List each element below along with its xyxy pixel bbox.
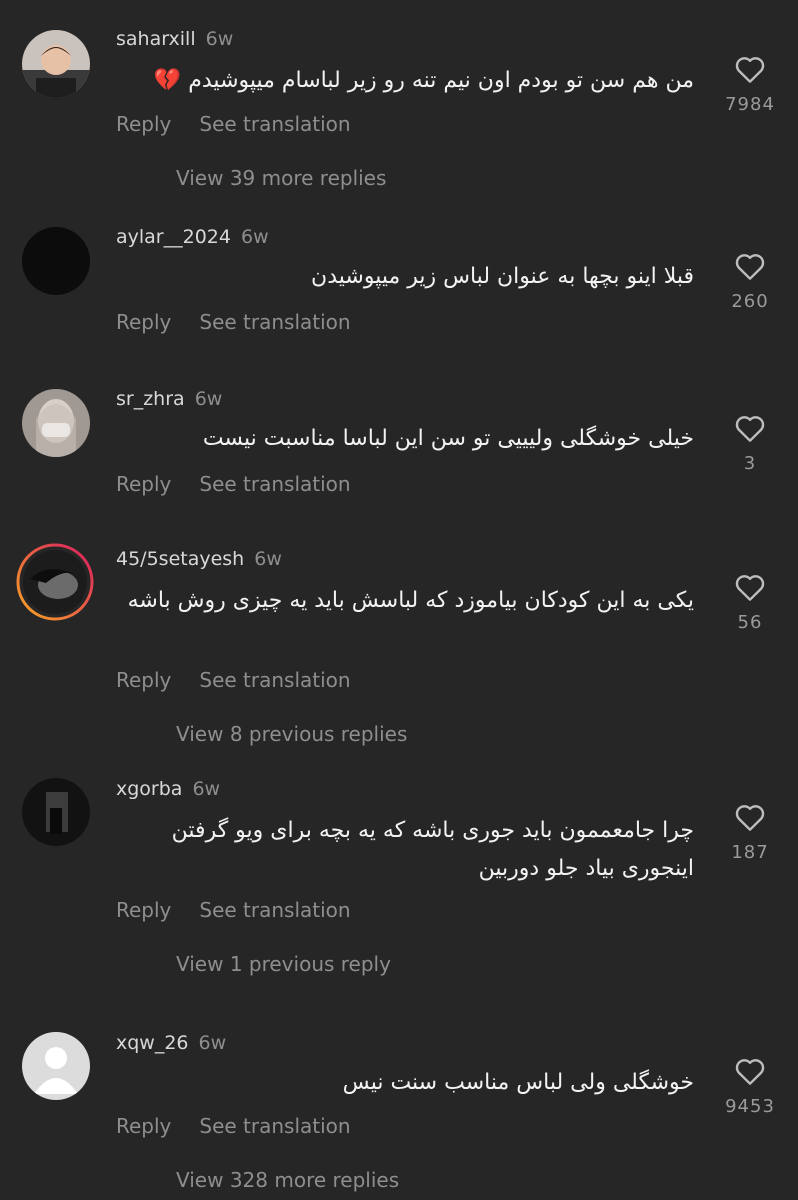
like-button[interactable]: 9453: [722, 1056, 778, 1117]
comment-text: یکی به این کودکان بیاموزد که لباسش باید …: [127, 588, 694, 613]
heart-outline-icon: [735, 575, 765, 601]
see-translation-button[interactable]: See translation: [199, 310, 350, 334]
reply-button[interactable]: Reply: [116, 112, 171, 136]
comment-text: من هم سن تو بودم اون نیم تنه رو زیر لباس…: [153, 68, 694, 93]
username[interactable]: saharxill: [116, 28, 196, 50]
avatar[interactable]: [22, 778, 90, 846]
comment-header: sr_zhra 6w: [116, 388, 222, 410]
comment-header: xqw_26 6w: [116, 1032, 226, 1054]
timestamp: 6w: [205, 28, 234, 50]
timestamp: 6w: [240, 226, 269, 248]
comment-actions: Reply See translation: [116, 898, 379, 922]
comment-actions: Reply See translation: [116, 472, 379, 496]
username[interactable]: xgorba: [116, 778, 182, 800]
timestamp: 6w: [194, 388, 223, 410]
like-count: 187: [731, 842, 769, 863]
like-count: 9453: [725, 1096, 775, 1117]
comment-text: خوشگلی ولی لباس مناسب سنت نیس: [342, 1070, 694, 1095]
like-count: 56: [737, 612, 763, 633]
see-translation-button[interactable]: See translation: [199, 112, 350, 136]
reply-button[interactable]: Reply: [116, 1114, 171, 1138]
username[interactable]: aylar__2024: [116, 226, 231, 248]
like-count: 260: [731, 291, 769, 312]
reply-button[interactable]: Reply: [116, 668, 171, 692]
see-translation-button[interactable]: See translation: [199, 1114, 350, 1138]
view-replies-link[interactable]: View 39 more replies: [176, 166, 386, 190]
view-replies-link[interactable]: View 1 previous reply: [176, 952, 391, 976]
comment-actions: Reply See translation: [116, 112, 379, 136]
comment-header: xgorba 6w: [116, 778, 220, 800]
comment-actions: Reply See translation: [116, 668, 379, 692]
comment-header: saharxill 6w: [116, 28, 233, 50]
timestamp: 6w: [198, 1032, 227, 1054]
like-button[interactable]: 7984: [722, 54, 778, 115]
comment-actions: Reply See translation: [116, 1114, 379, 1138]
default-avatar-icon: [22, 1032, 90, 1100]
avatar[interactable]: [22, 1032, 90, 1100]
reply-button[interactable]: Reply: [116, 898, 171, 922]
see-translation-button[interactable]: See translation: [199, 472, 350, 496]
avatar[interactable]: [22, 227, 90, 295]
comment-actions: Reply See translation: [116, 310, 379, 334]
like-button[interactable]: 260: [722, 251, 778, 312]
username[interactable]: 45/5setayesh: [116, 548, 244, 570]
avatar[interactable]: [22, 389, 90, 457]
avatar[interactable]: [22, 30, 90, 98]
like-count: 7984: [725, 94, 775, 115]
heart-outline-icon: [735, 805, 765, 831]
heart-outline-icon: [735, 1059, 765, 1085]
heart-outline-icon: [735, 416, 765, 442]
timestamp: 6w: [254, 548, 282, 570]
username[interactable]: sr_zhra: [116, 388, 185, 410]
comment-text: قبلا اینو بچها به عنوان لباس زیر میپوشید…: [311, 264, 694, 289]
comment-header: aylar__2024 6w: [116, 226, 269, 248]
like-button[interactable]: 3: [722, 413, 778, 474]
username[interactable]: xqw_26: [116, 1032, 189, 1054]
timestamp: 6w: [192, 778, 221, 800]
see-translation-button[interactable]: See translation: [199, 668, 350, 692]
comment-text: خیلی خوشگلی ولیییی تو سن این لباسا مناسب…: [202, 426, 694, 451]
view-replies-link[interactable]: View 8 previous replies: [176, 722, 407, 746]
like-button[interactable]: 56: [722, 572, 778, 633]
comment-header: 45/5setayesh 6w: [116, 548, 282, 570]
view-replies-link[interactable]: View 328 more replies: [176, 1168, 399, 1192]
comment-text: چرا جامعممون باید جوری باشه که یه بچه بر…: [171, 818, 694, 881]
like-count: 3: [743, 453, 757, 474]
avatar-with-story-ring[interactable]: [16, 543, 94, 621]
heart-outline-icon: [735, 254, 765, 280]
heart-outline-icon: [735, 57, 765, 83]
reply-button[interactable]: Reply: [116, 472, 171, 496]
like-button[interactable]: 187: [722, 802, 778, 863]
reply-button[interactable]: Reply: [116, 310, 171, 334]
see-translation-button[interactable]: See translation: [199, 898, 350, 922]
